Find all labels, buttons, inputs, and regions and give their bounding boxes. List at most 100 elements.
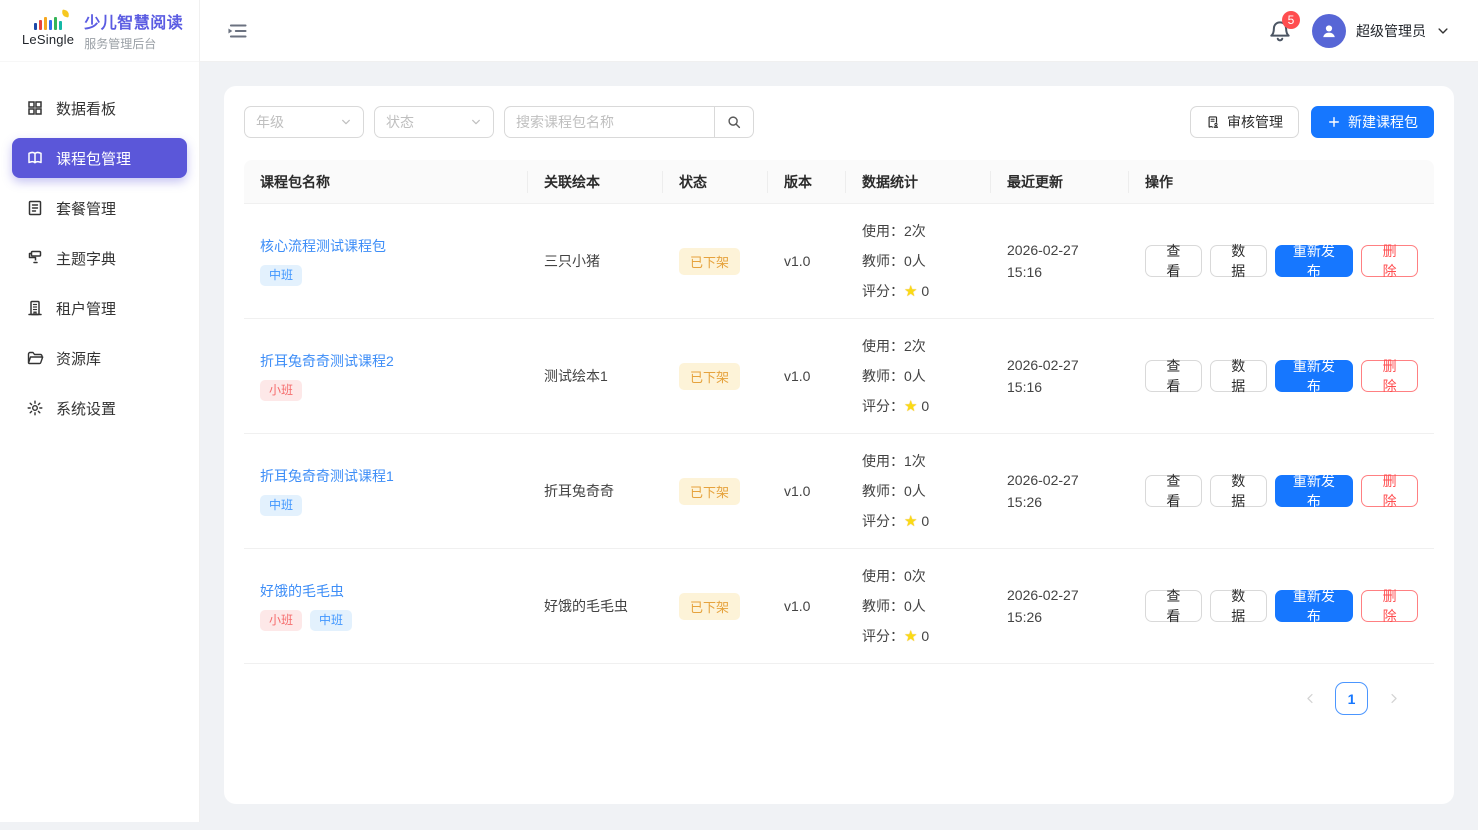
notification-badge: 5: [1282, 11, 1300, 29]
grade-tag: 小班: [260, 380, 302, 400]
cell-book: 三只小猪: [528, 241, 663, 281]
grade-select-placeholder: 年级: [256, 112, 284, 132]
page-number[interactable]: 1: [1335, 682, 1368, 715]
data-button[interactable]: 数 据: [1210, 360, 1267, 392]
view-button[interactable]: 查 看: [1145, 590, 1202, 622]
col-status: 状态: [663, 172, 768, 192]
book-icon: [26, 149, 44, 167]
republish-button[interactable]: 重新发布: [1275, 475, 1354, 507]
logo-spark: [62, 10, 70, 18]
gear-icon: [26, 399, 44, 417]
audit-manage-button[interactable]: 审核管理: [1190, 106, 1299, 138]
cell-updated: 2026-02-27 15:16: [991, 344, 1129, 408]
chevron-down-icon: [470, 116, 482, 128]
col-stats: 数据统计: [846, 172, 991, 192]
sidebar-item-0[interactable]: 数据看板: [12, 88, 187, 128]
col-name: 课程包名称: [244, 172, 528, 192]
table-row: 好饿的毛毛虫 小班中班 好饿的毛毛虫 已下架 v1.0 使用：0次 教师：0人 …: [244, 549, 1434, 664]
sidebar-item-1[interactable]: 课程包管理: [12, 138, 187, 178]
sidebar-item-3[interactable]: 主题字典: [12, 238, 187, 278]
status-badge: 已下架: [679, 363, 740, 390]
status-select-placeholder: 状态: [386, 112, 414, 132]
grade-select[interactable]: 年级: [244, 106, 364, 138]
sidebar-item-6[interactable]: 系统设置: [12, 388, 187, 428]
sidebar-item-label: 租户管理: [56, 298, 116, 319]
data-button[interactable]: 数 据: [1210, 245, 1267, 277]
teacher-stat: 教师：0人: [862, 361, 975, 391]
prev-page-icon[interactable]: [1295, 684, 1325, 714]
chevron-down-icon: [340, 116, 352, 128]
teacher-stat: 教师：0人: [862, 246, 975, 276]
package-name-link[interactable]: 好饿的毛毛虫: [260, 581, 344, 601]
audit-icon: [1206, 115, 1220, 129]
table-row: 折耳兔奇奇测试课程1 中班 折耳兔奇奇 已下架 v1.0 使用：1次 教师：0人…: [244, 434, 1434, 549]
cell-stats: 使用：2次 教师：0人 评分：★ 0: [846, 206, 991, 317]
cell-name: 折耳兔奇奇测试课程2 小班: [244, 341, 528, 410]
cell-actions: 查 看 数 据 重新发布 删 除: [1129, 465, 1434, 517]
next-page-icon[interactable]: [1378, 684, 1408, 714]
updated-time: 15:26: [1007, 606, 1113, 628]
app-title: 少儿智慧阅读: [84, 9, 183, 33]
sidebar-item-5[interactable]: 资源库: [12, 338, 187, 378]
create-package-label: 新建课程包: [1348, 112, 1418, 132]
status-select[interactable]: 状态: [374, 106, 494, 138]
usage-stat: 使用：1次: [862, 446, 975, 476]
delete-button[interactable]: 删 除: [1361, 360, 1418, 392]
delete-button[interactable]: 删 除: [1361, 590, 1418, 622]
search-input[interactable]: [504, 106, 714, 138]
rating-stat: 评分：★ 0: [862, 391, 975, 422]
table-row: 折耳兔奇奇测试课程2 小班 测试绘本1 已下架 v1.0 使用：2次 教师：0人…: [244, 319, 1434, 434]
view-button[interactable]: 查 看: [1145, 475, 1202, 507]
package-name-link[interactable]: 折耳兔奇奇测试课程1: [260, 466, 394, 486]
updated-time: 15:16: [1007, 376, 1113, 398]
col-book: 关联绘本: [528, 172, 663, 192]
package-name-link[interactable]: 折耳兔奇奇测试课程2: [260, 351, 394, 371]
cell-actions: 查 看 数 据 重新发布 删 除: [1129, 350, 1434, 402]
search-icon: [726, 114, 742, 130]
search-group: [504, 106, 754, 138]
sidebar-item-label: 系统设置: [56, 398, 116, 419]
audit-manage-label: 审核管理: [1227, 112, 1283, 132]
republish-button[interactable]: 重新发布: [1275, 590, 1354, 622]
menu-fold-icon[interactable]: [226, 20, 248, 42]
grade-tags: 小班: [260, 380, 512, 400]
sidebar-item-2[interactable]: 套餐管理: [12, 188, 187, 228]
rating-stat: 评分：★ 0: [862, 276, 975, 307]
theme-dictionary-icon: [26, 249, 44, 267]
cell-actions: 查 看 数 据 重新发布 删 除: [1129, 580, 1434, 632]
usage-stat: 使用：2次: [862, 216, 975, 246]
grade-tag: 小班: [260, 610, 302, 630]
cell-name: 折耳兔奇奇测试课程1 中班: [244, 456, 528, 525]
lesingle-logo: LeSingle: [22, 14, 74, 47]
cell-version: v1.0: [768, 358, 846, 394]
view-button[interactable]: 查 看: [1145, 360, 1202, 392]
delete-button[interactable]: 删 除: [1361, 475, 1418, 507]
notification-bell-icon[interactable]: 5: [1268, 19, 1292, 43]
status-badge: 已下架: [679, 248, 740, 275]
sidebar-item-label: 课程包管理: [56, 148, 131, 169]
view-button[interactable]: 查 看: [1145, 245, 1202, 277]
data-button[interactable]: 数 据: [1210, 475, 1267, 507]
delete-button[interactable]: 删 除: [1361, 245, 1418, 277]
sidebar-item-label: 主题字典: [56, 248, 116, 269]
republish-button[interactable]: 重新发布: [1275, 245, 1354, 277]
sidebar-item-4[interactable]: 租户管理: [12, 288, 187, 328]
republish-button[interactable]: 重新发布: [1275, 360, 1354, 392]
grade-tag: 中班: [310, 610, 352, 630]
package-name-link[interactable]: 核心流程测试课程包: [260, 236, 386, 256]
sidebar-menu: 数据看板课程包管理套餐管理主题字典租户管理资源库系统设置: [0, 62, 199, 454]
user-menu[interactable]: 超级管理员: [1312, 14, 1450, 48]
topbar-right: 5 超级管理员: [1268, 14, 1450, 48]
course-package-card: 年级 状态: [224, 86, 1454, 804]
cell-version: v1.0: [768, 243, 846, 279]
usage-stat: 使用：2次: [862, 331, 975, 361]
pagination: 1: [244, 682, 1434, 715]
grade-tag: 中班: [260, 265, 302, 285]
main-area: 5 超级管理员 年级: [200, 0, 1478, 822]
data-button[interactable]: 数 据: [1210, 590, 1267, 622]
star-icon: ★: [904, 513, 917, 530]
create-package-button[interactable]: 新建课程包: [1311, 106, 1434, 138]
chevron-down-icon: [1436, 24, 1450, 38]
search-button[interactable]: [714, 106, 754, 138]
cell-stats: 使用：2次 教师：0人 评分：★ 0: [846, 321, 991, 432]
